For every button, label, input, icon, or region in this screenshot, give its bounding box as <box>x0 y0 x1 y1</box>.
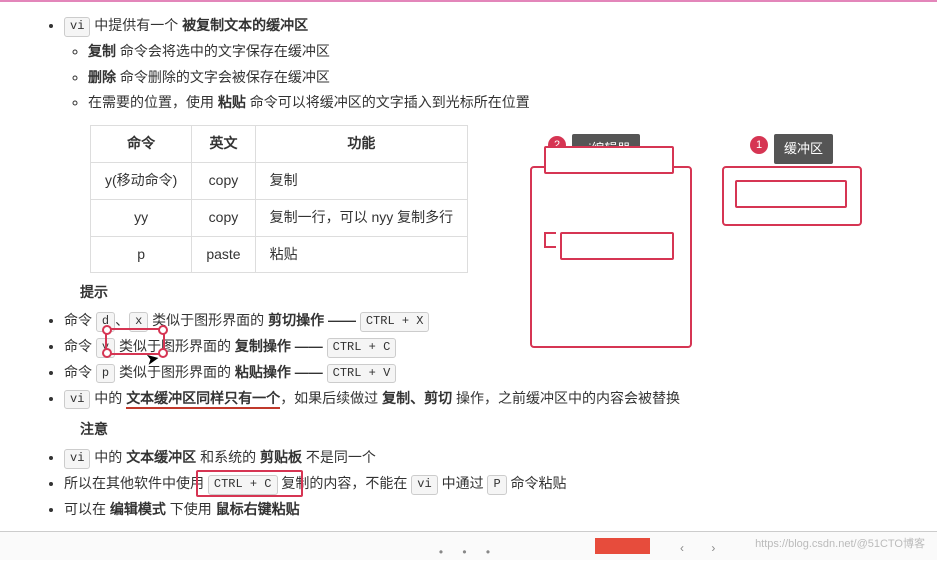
notch-icon <box>544 232 556 248</box>
note-heading: 注意 <box>80 418 897 442</box>
buffer-diagram: 2 vi编辑器 1 缓冲区 <box>530 132 890 342</box>
slot-icon <box>560 232 674 260</box>
intro-line: vi 中提供有一个 被复制文本的缓冲区 复制 命令会将选中的文字保存在缓冲区 删… <box>64 14 897 115</box>
pagination-dots[interactable]: • • • <box>439 542 498 562</box>
label-buffer: 缓冲区 <box>774 134 833 164</box>
watermark: https://blog.csdn.net/@51CTO博客 <box>755 535 925 554</box>
badge-1: 1 <box>750 136 768 154</box>
status-block <box>595 538 650 554</box>
kbd-vi: vi <box>64 17 90 37</box>
commands-table: 命令英文功能 y(移动命令)copy复制 yycopy复制一行，可以 nyy 复… <box>90 125 468 273</box>
table-row: y(移动命令)copy复制 <box>91 162 468 199</box>
table-row: yycopy复制一行，可以 nyy 复制多行 <box>91 199 468 236</box>
table-row: ppaste粘贴 <box>91 236 468 273</box>
toolbar-arrows[interactable]: ‹ › <box>680 538 727 558</box>
slot-icon <box>544 146 674 174</box>
slot-icon <box>735 180 847 208</box>
selection-box <box>196 470 303 497</box>
